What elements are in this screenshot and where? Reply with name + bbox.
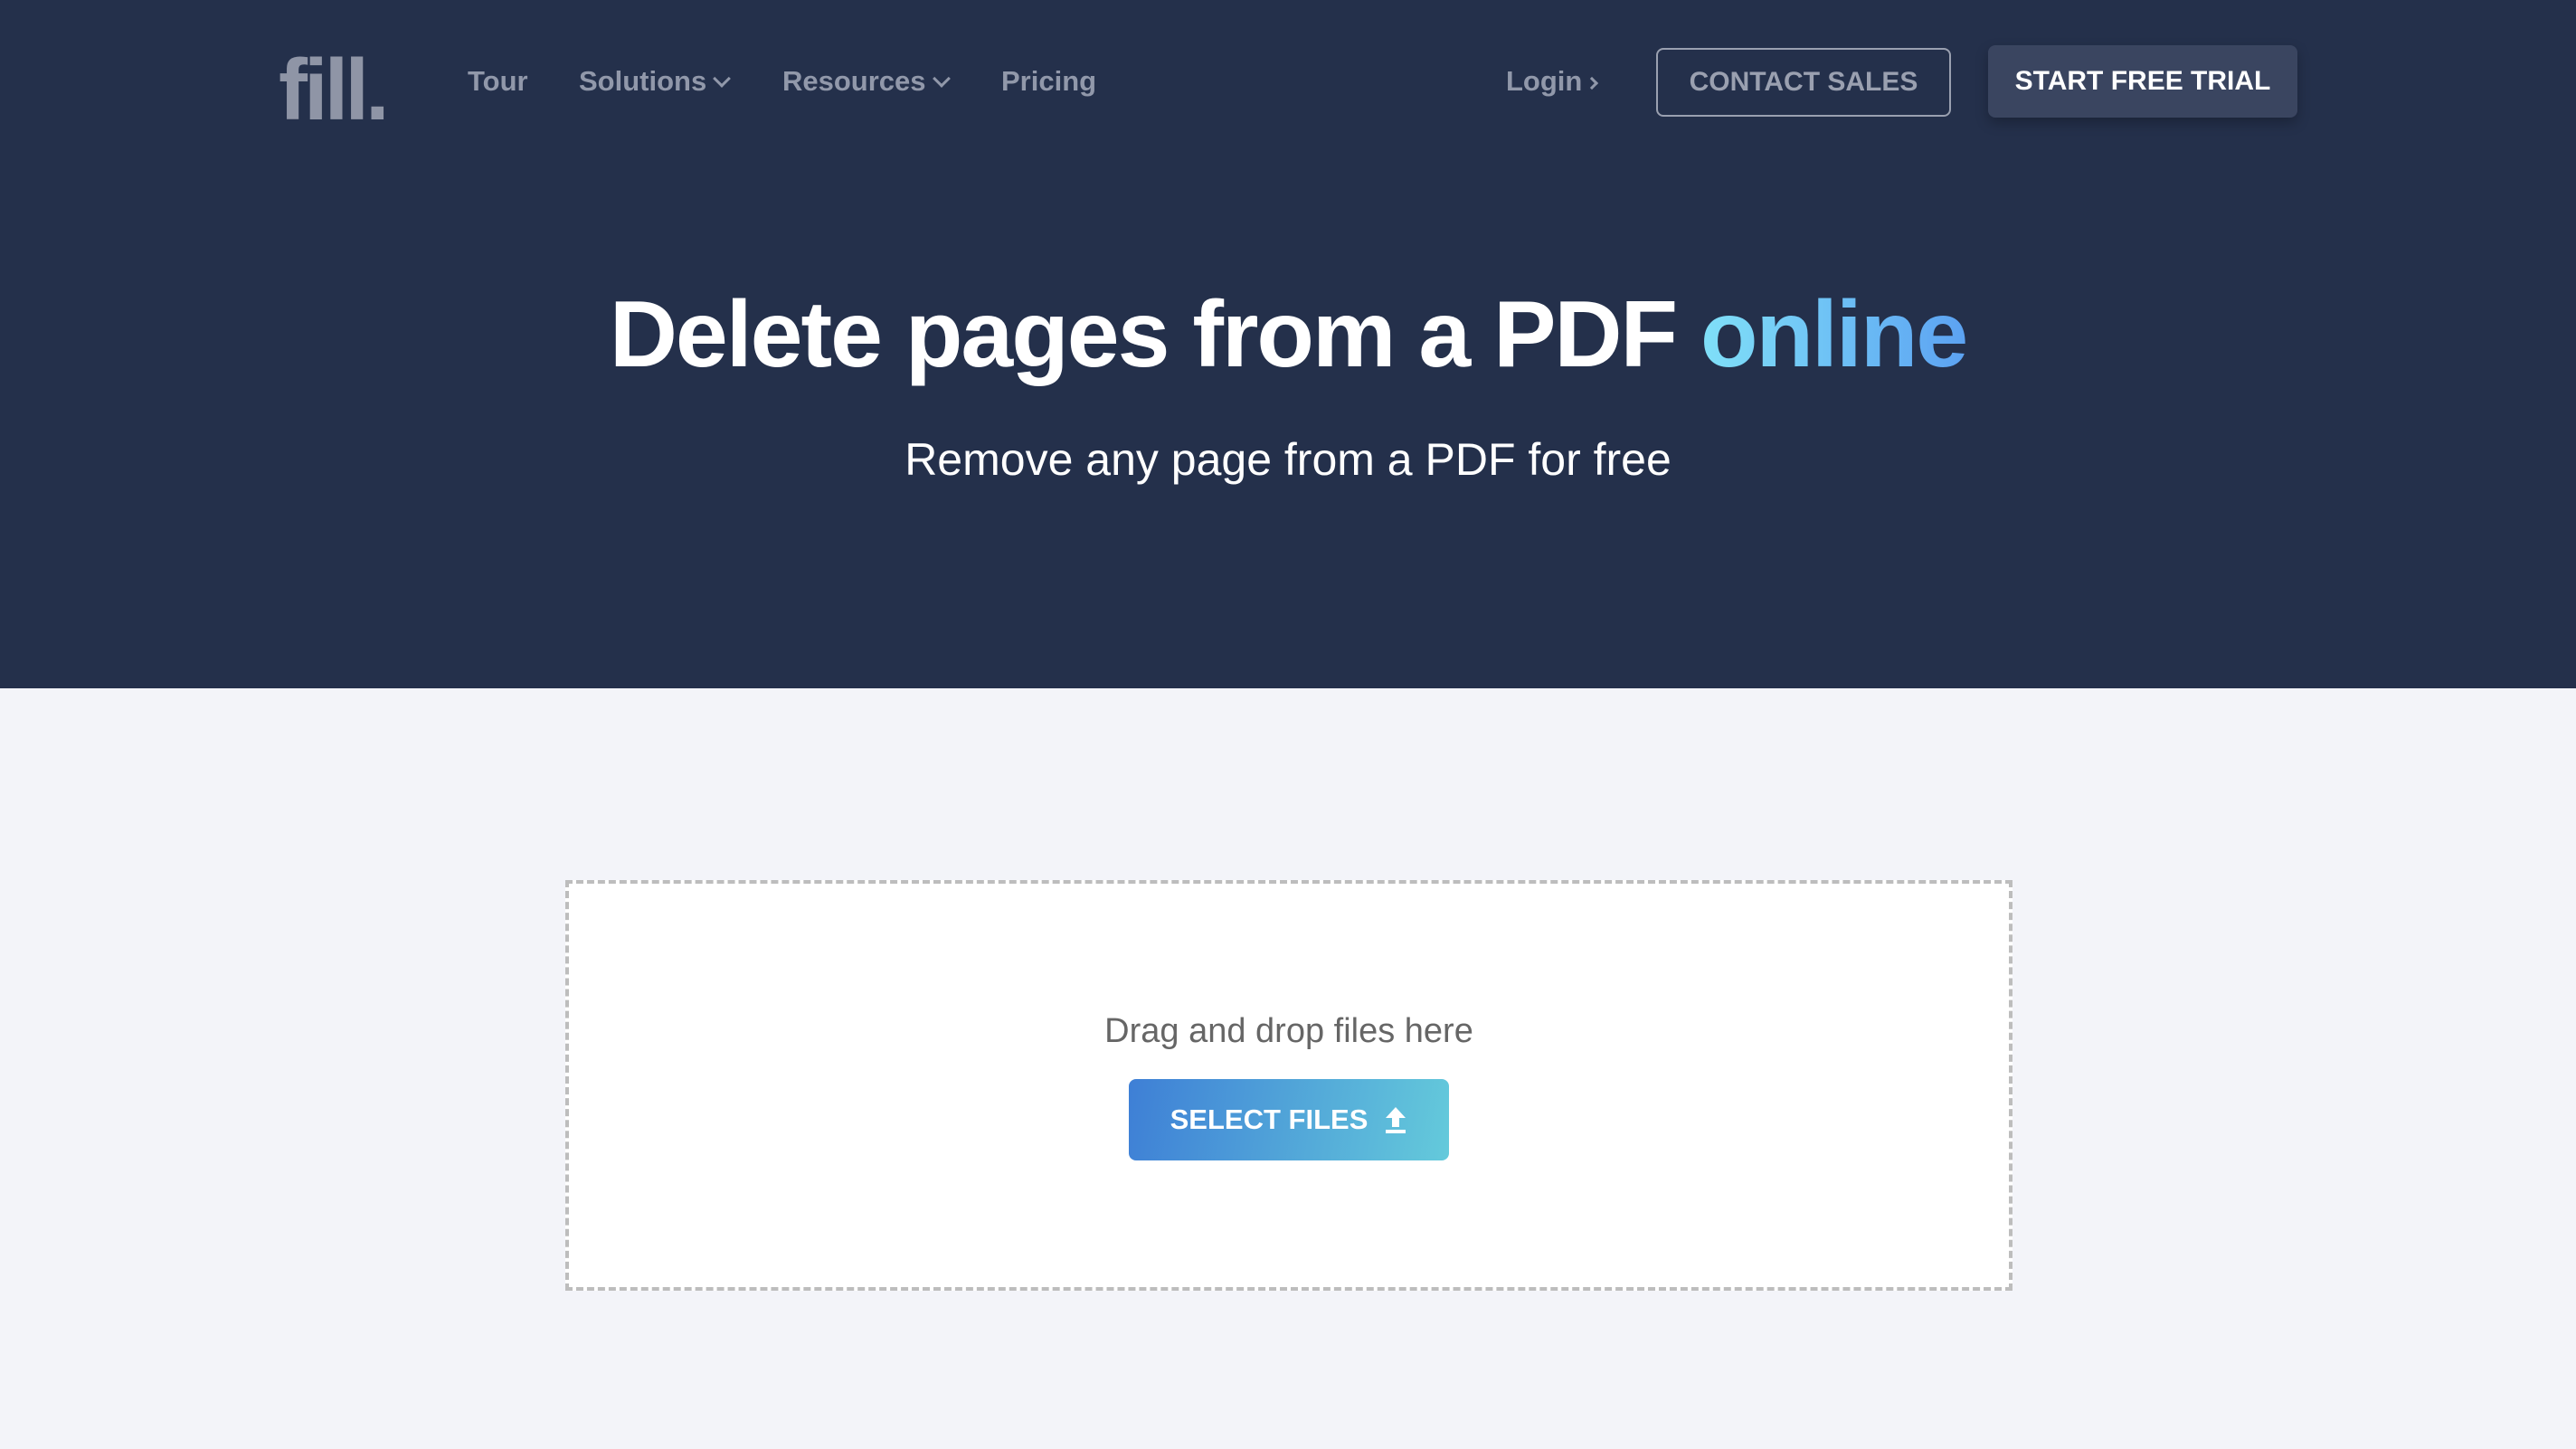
nav-item-label: Solutions — [579, 65, 707, 97]
login-link[interactable]: Login — [1506, 65, 1599, 98]
chevron-down-icon — [932, 70, 951, 88]
dropzone-text: Drag and drop files here — [1104, 1012, 1473, 1050]
chevron-right-icon — [1586, 76, 1599, 90]
select-files-button[interactable]: SELECT FILES — [1129, 1079, 1449, 1160]
nav-item-resources[interactable]: Resources — [782, 65, 951, 98]
login-label: Login — [1506, 65, 1583, 97]
page-title: Delete pages from a PDF online — [0, 276, 2576, 393]
nav-item-tour[interactable]: Tour — [468, 65, 528, 98]
page-subtitle: Remove any page from a PDF for free — [904, 434, 1672, 485]
nav-item-solutions[interactable]: Solutions — [579, 65, 732, 98]
upload-icon — [1386, 1107, 1406, 1133]
hero-section: fill. Tour Solutions Resources Pricing L… — [0, 0, 2576, 688]
logo[interactable]: fill. — [279, 47, 390, 134]
nav-item-pricing[interactable]: Pricing — [1001, 65, 1096, 98]
start-free-trial-button[interactable]: START FREE TRIAL — [1988, 45, 2297, 118]
page-title-accent: online — [1700, 282, 1968, 387]
nav-item-label: Tour — [468, 65, 528, 97]
contact-sales-button[interactable]: CONTACT SALES — [1656, 48, 1951, 117]
page-title-main: Delete pages from a PDF — [609, 282, 1700, 387]
select-files-label: SELECT FILES — [1170, 1103, 1368, 1135]
nav-item-label: Pricing — [1001, 65, 1097, 97]
nav-item-label: Resources — [782, 65, 926, 97]
chevron-down-icon — [713, 70, 732, 88]
file-dropzone[interactable]: Drag and drop files here SELECT FILES — [565, 880, 2012, 1291]
